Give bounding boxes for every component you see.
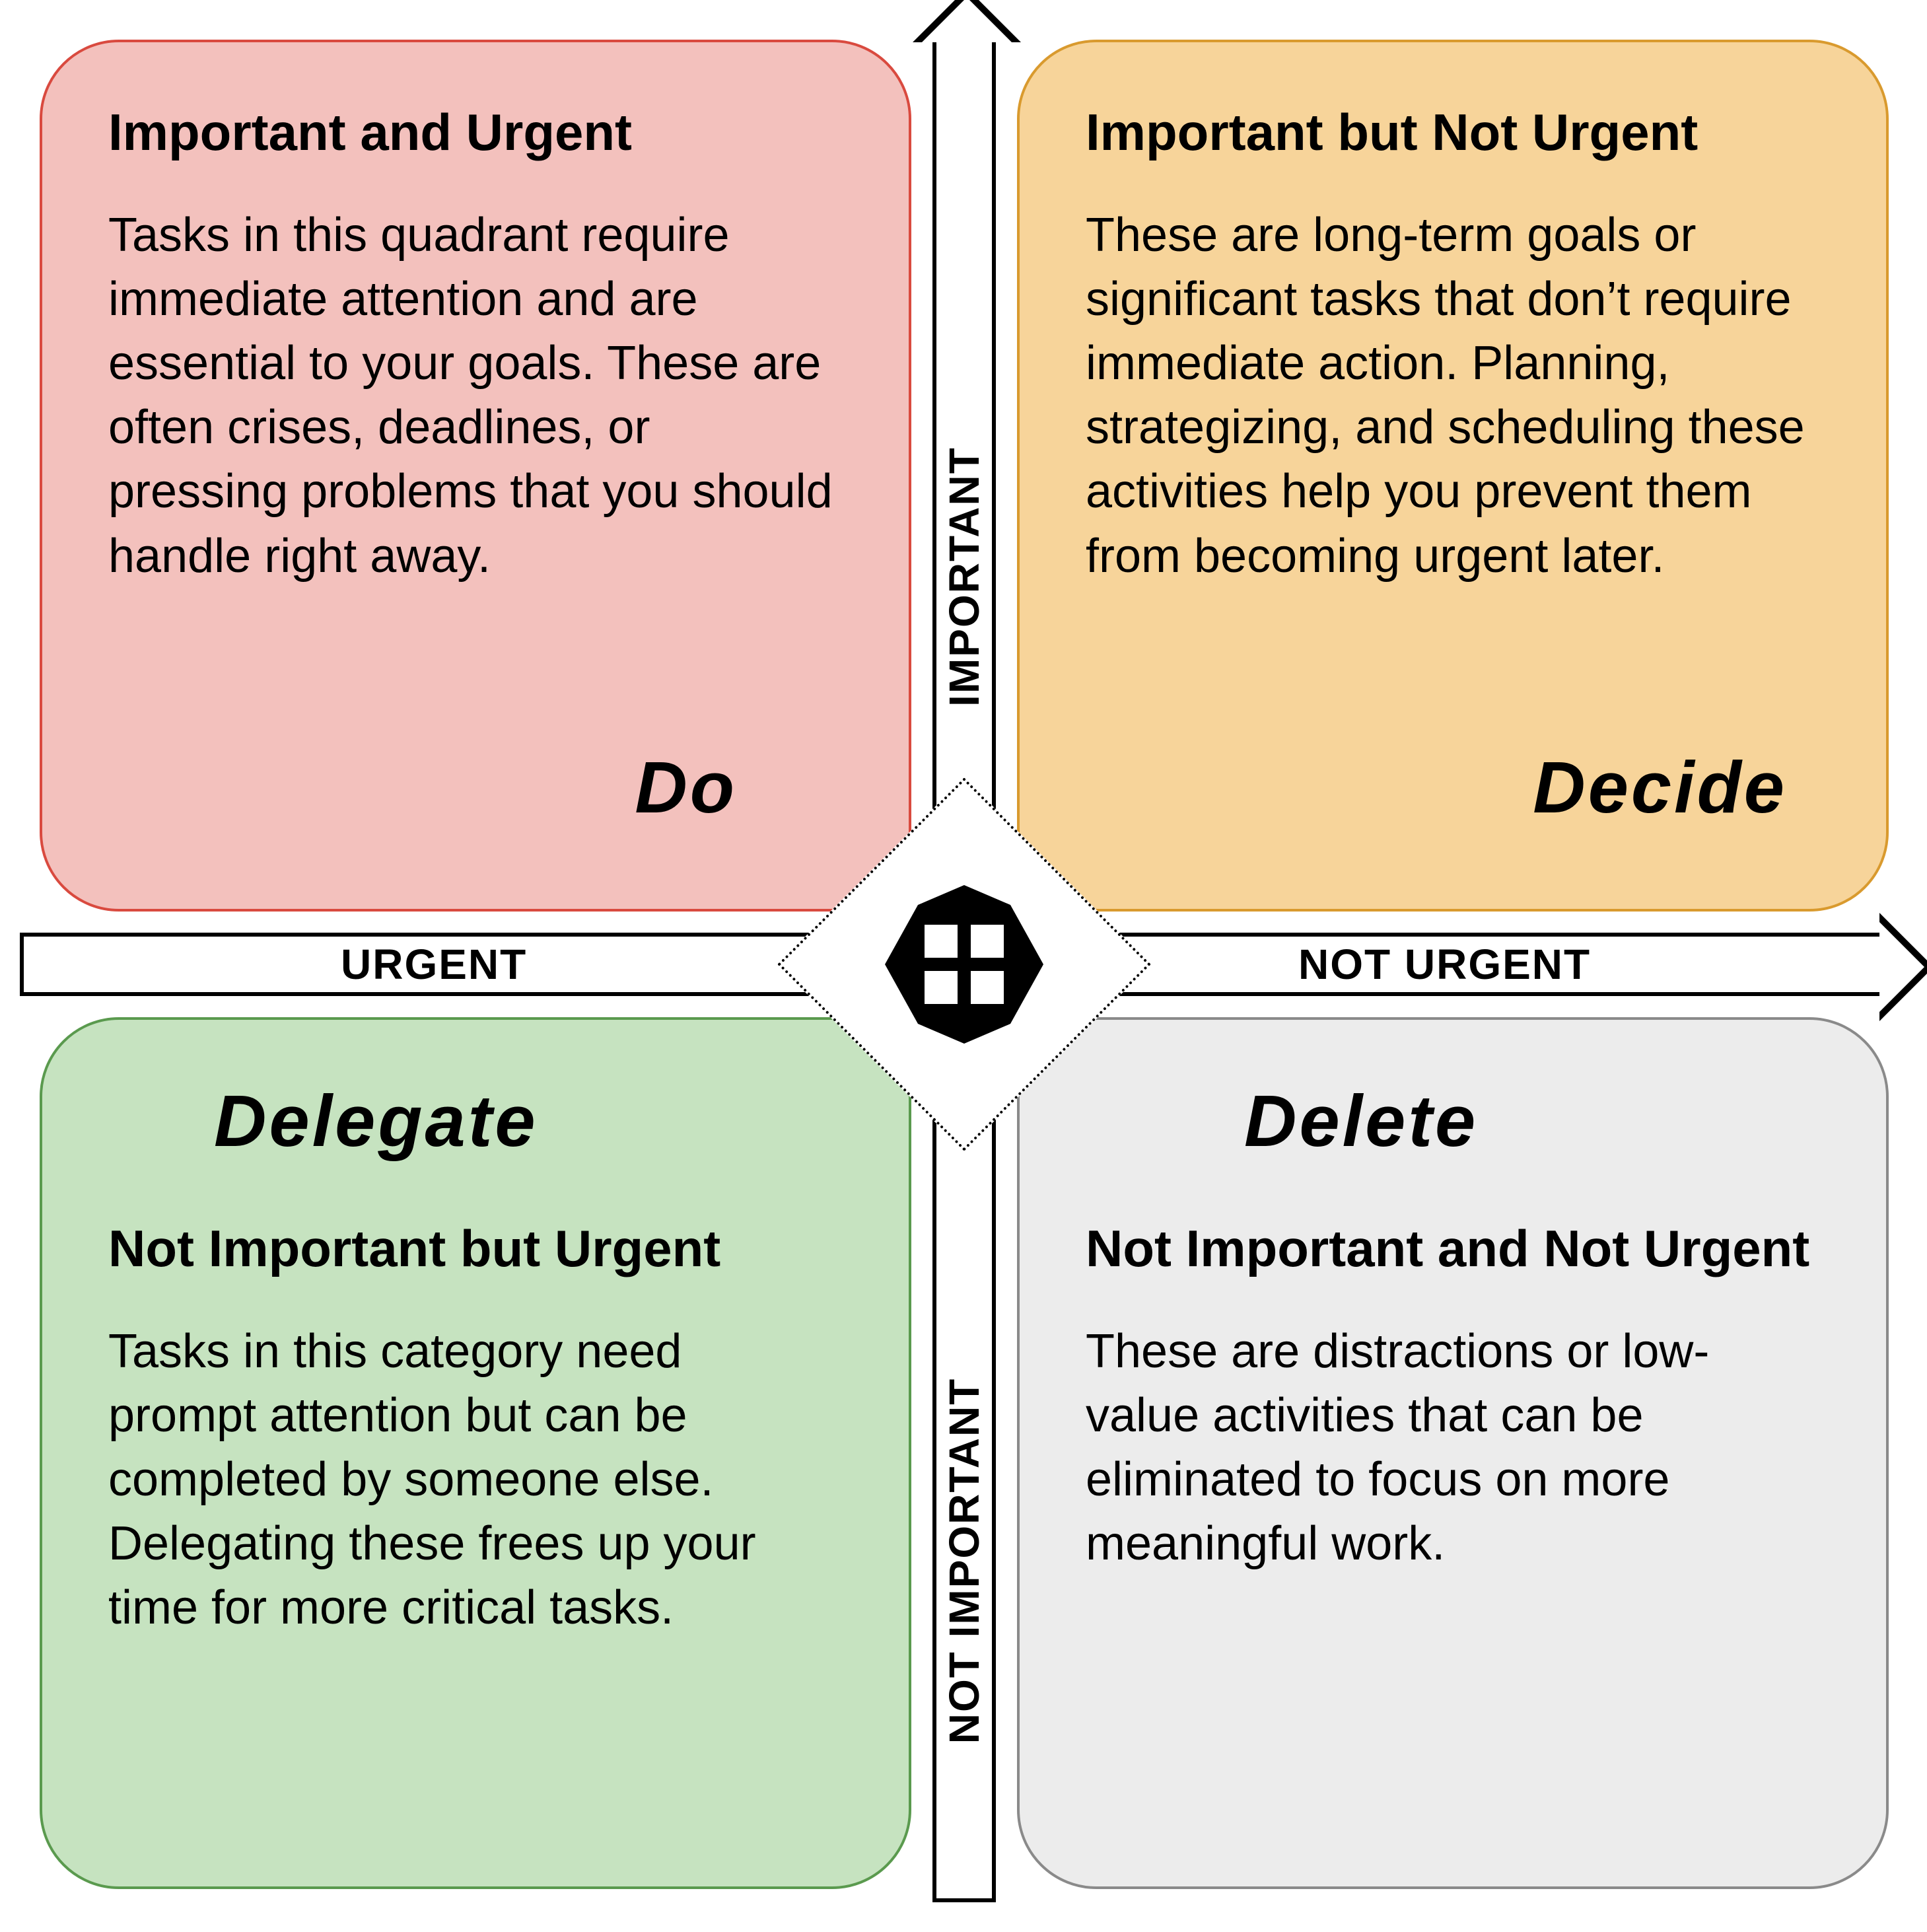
quadrant-decide-desc: These are long-term goals or significant… bbox=[1086, 203, 1820, 589]
eisenhower-matrix: Important and Urgent Tasks in this quadr… bbox=[0, 0, 1927, 1932]
quadrant-delegate: Delegate Not Important but Urgent Tasks … bbox=[40, 1017, 911, 1889]
four-squares-icon bbox=[882, 882, 1047, 1047]
arrowhead-up-icon bbox=[922, 0, 1012, 42]
quadrant-delete-desc: These are distractions or low-value acti… bbox=[1086, 1320, 1820, 1577]
quadrant-delete: Delete Not Important and Not Urgent Thes… bbox=[1017, 1017, 1889, 1889]
quadrant-do: Important and Urgent Tasks in this quadr… bbox=[40, 40, 911, 912]
quadrant-decide-action: Decide bbox=[1533, 746, 1787, 830]
quadrant-do-desc: Tasks in this quadrant require immediate… bbox=[108, 203, 843, 589]
quadrant-delegate-action: Delegate bbox=[214, 1079, 538, 1163]
quadrant-delete-title: Not Important and Not Urgent bbox=[1086, 1218, 1820, 1280]
quadrant-delegate-desc: Tasks in this category need prompt atten… bbox=[108, 1320, 843, 1641]
quadrant-decide-title: Important but Not Urgent bbox=[1086, 102, 1820, 164]
axis-label-not-urgent: NOT URGENT bbox=[1298, 940, 1591, 989]
axis-label-not-important: NOT IMPORTANT bbox=[940, 1378, 989, 1744]
axis-label-urgent: URGENT bbox=[341, 940, 527, 989]
quadrant-delete-action: Delete bbox=[1244, 1079, 1478, 1163]
arrowhead-right-icon bbox=[1879, 922, 1924, 1012]
quadrant-do-action: Do bbox=[635, 746, 737, 830]
quadrant-do-title: Important and Urgent bbox=[108, 102, 843, 164]
quadrant-decide: Important but Not Urgent These are long-… bbox=[1017, 40, 1889, 912]
axis-label-important: IMPORTANT bbox=[940, 447, 989, 707]
quadrant-delegate-title: Not Important but Urgent bbox=[108, 1218, 843, 1280]
